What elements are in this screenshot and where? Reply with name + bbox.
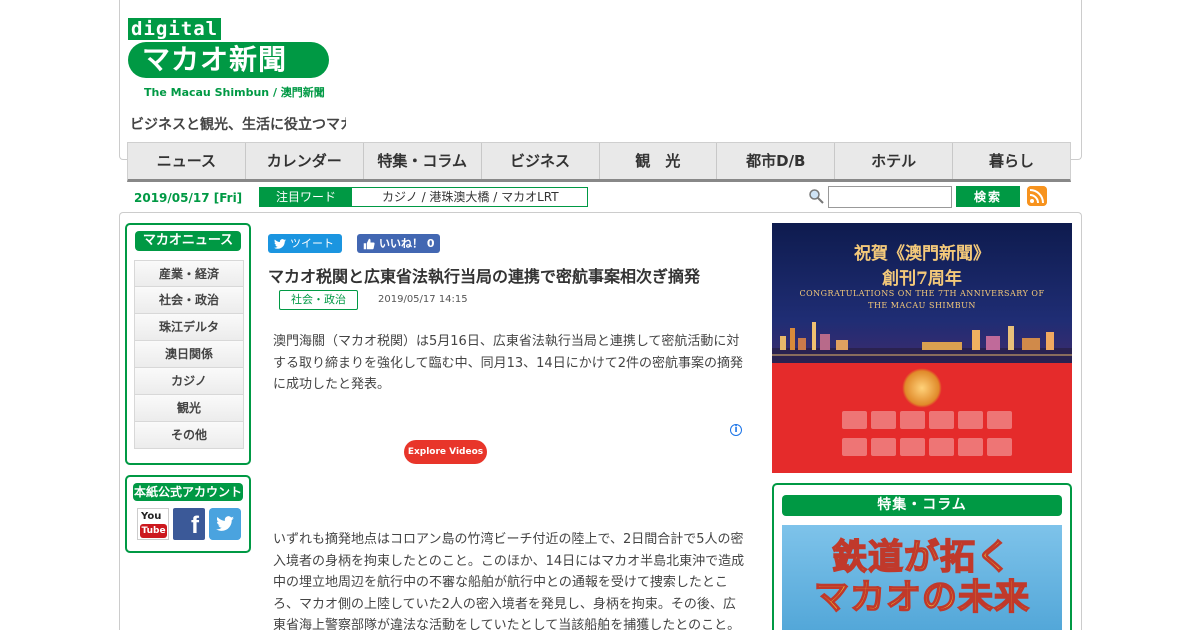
site-logo[interactable]: digital マカオ新聞 The Macau Shimbun / 澳門新聞 <box>128 18 348 100</box>
like-button[interactable]: いいね！ 0 <box>357 234 441 253</box>
logo-subtitle: The Macau Shimbun / 澳門新聞 <box>144 86 325 99</box>
main-nav: ニュース カレンダー 特集・コラム ビジネス 観 光 都市D/B ホテル 暮らし <box>127 142 1071 182</box>
magnifier-icon <box>809 189 824 204</box>
ad-heading-1: 祝賀《澳門新聞》 <box>854 244 990 264</box>
nav-item-tourism[interactable]: 観 光 <box>600 143 718 179</box>
nav-item-business[interactable]: ビジネス <box>482 143 600 179</box>
news-category-box: マカオニュース 産業・経済 社会・政治 珠江デルタ 澳日関係 カジノ 観光 その… <box>125 223 251 465</box>
category-item-casino[interactable]: カジノ <box>134 368 244 395</box>
brand-logo <box>842 411 867 429</box>
ad-subheading-2: THE MACAU SHIMBUN <box>868 301 976 310</box>
category-item-tourism[interactable]: 観光 <box>134 395 244 422</box>
official-accounts-title: 本紙公式アカウント <box>133 483 243 501</box>
brand-logo <box>871 438 896 456</box>
features-box: 特集・コラム 鉄道が拓く マカオの未来 <box>772 483 1072 630</box>
brand-logo <box>958 411 983 429</box>
search-button[interactable]: 検索 <box>956 186 1020 207</box>
city-skyline-image <box>772 322 1072 363</box>
nav-item-living[interactable]: 暮らし <box>953 143 1070 179</box>
hot-words-label: 注目ワード <box>260 188 352 206</box>
youtube-icon[interactable]: You Tube <box>137 508 169 540</box>
nav-item-features[interactable]: 特集・コラム <box>364 143 482 179</box>
brand-logo <box>871 411 896 429</box>
casino-brand-logo <box>902 368 942 408</box>
brand-logo <box>900 438 925 456</box>
brand-logo <box>929 411 954 429</box>
article-published-date: 2019/05/17 14:15 <box>378 294 468 305</box>
explore-videos-button[interactable]: Explore Videos <box>404 440 487 464</box>
nav-item-calendar[interactable]: カレンダー <box>246 143 364 179</box>
rss-icon[interactable] <box>1027 186 1047 206</box>
article-paragraph: いずれも摘発地点はコロアン島の竹湾ビーチ付近の陸上で、2日間合計で5人の密入境者… <box>273 532 745 630</box>
feature-banner-image[interactable]: 鉄道が拓く マカオの未来 <box>782 525 1062 630</box>
hot-words-bar: 注目ワード カジノ / 港珠澳大橋 / マカオLRT <box>259 187 588 207</box>
search-input[interactable] <box>828 186 952 208</box>
nav-item-hotels[interactable]: ホテル <box>835 143 954 179</box>
twitter-icon[interactable] <box>209 508 241 540</box>
category-item-pearl-delta[interactable]: 珠江デルタ <box>134 314 244 341</box>
facebook-icon[interactable]: f <box>173 508 205 540</box>
ad-info-icon[interactable]: i <box>730 424 742 436</box>
brand-logo <box>987 438 1012 456</box>
brand-logo <box>929 438 954 456</box>
logo-digital: digital <box>128 18 222 40</box>
current-date: 2019/05/17 [Fri] <box>134 191 243 205</box>
brand-logo <box>900 411 925 429</box>
tweet-button[interactable]: ツイート <box>268 234 342 253</box>
news-category-title: マカオニュース <box>135 231 241 251</box>
category-item-macau-japan[interactable]: 澳日関係 <box>134 341 244 368</box>
official-accounts-box: 本紙公式アカウント You Tube f <box>125 475 251 553</box>
feature-banner-line-2: マカオの未来 <box>813 577 1030 619</box>
tweet-label: ツイート <box>290 237 334 250</box>
logo-title: マカオ新聞 <box>128 42 329 78</box>
article-title: マカオ税関と広東省法執行当局の連携で密航事案相次ぎ摘発 <box>268 267 701 286</box>
brand-logo <box>958 438 983 456</box>
social-icons: You Tube f <box>137 508 249 540</box>
ad-subheading-1: CONGRATULATIONS ON THE 7TH ANNIVERSARY O… <box>799 289 1045 298</box>
article-category-tag[interactable]: 社会・政治 <box>279 290 358 310</box>
ad-heading-2: 創刊7周年 <box>882 269 962 289</box>
site-tagline: ビジネスと観光、生活に役立つマカオ <box>130 117 346 133</box>
category-item-other[interactable]: その他 <box>134 422 244 449</box>
thumbs-up-icon <box>363 238 375 249</box>
brand-logo <box>987 411 1012 429</box>
brand-logo <box>842 438 867 456</box>
features-title: 特集・コラム <box>782 495 1062 516</box>
youtube-icon-bottom: Tube <box>140 524 167 538</box>
youtube-icon-top: You <box>141 511 162 522</box>
anniversary-ad-banner[interactable]: 祝賀《澳門新聞》 創刊7周年 CONGRATULATIONS ON THE 7T… <box>772 223 1072 473</box>
category-item-industry[interactable]: 産業・経済 <box>134 260 244 287</box>
share-buttons: ツイート いいね！ 0 <box>268 234 441 253</box>
twitter-bird-icon <box>274 238 286 249</box>
hot-words-links[interactable]: カジノ / 港珠澳大橋 / マカオLRT <box>352 188 559 206</box>
like-label: いいね！ 0 <box>379 237 435 250</box>
category-item-society[interactable]: 社会・政治 <box>134 287 244 314</box>
nav-item-city-db[interactable]: 都市D/B <box>717 143 836 179</box>
ad-brand-logos <box>842 411 1012 461</box>
ad-night-scene: 祝賀《澳門新聞》 創刊7周年 CONGRATULATIONS ON THE 7T… <box>772 223 1072 363</box>
article-paragraph: 澳門海關（マカオ税関）は5月16日、広東省法執行当局と連携して密航活動に対する取… <box>273 334 743 392</box>
nav-item-news[interactable]: ニュース <box>128 143 246 179</box>
news-category-list: 産業・経済 社会・政治 珠江デルタ 澳日関係 カジノ 観光 その他 <box>134 260 244 449</box>
